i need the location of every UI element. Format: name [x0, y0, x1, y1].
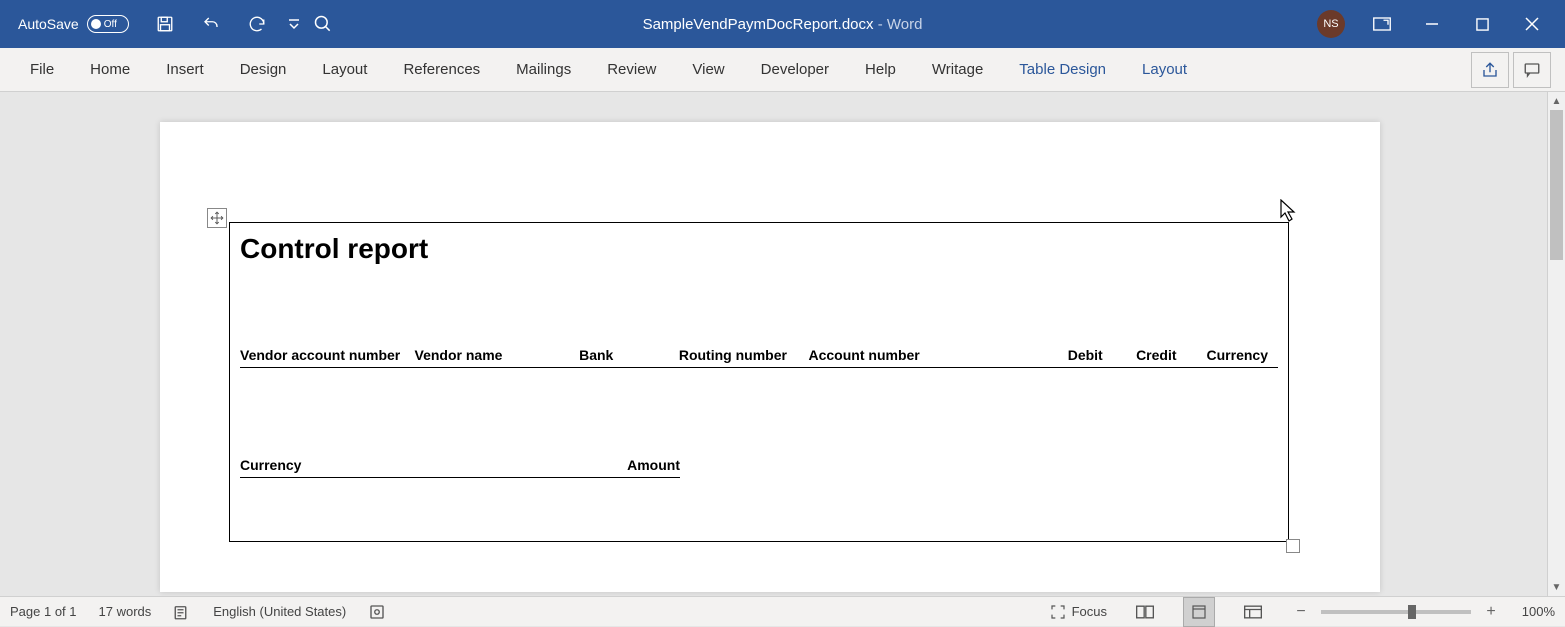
- web-layout-button[interactable]: [1237, 597, 1269, 627]
- col-debit: Debit: [998, 347, 1113, 363]
- document-workspace[interactable]: Control report Vendor account number Ven…: [0, 92, 1565, 596]
- autosave-toggle[interactable]: AutoSave Off: [10, 15, 137, 33]
- app-name: - Word: [874, 16, 923, 33]
- tab-table-layout[interactable]: Layout: [1124, 48, 1205, 91]
- zoom-slider-thumb[interactable]: [1408, 605, 1416, 619]
- scroll-down-button[interactable]: ▼: [1548, 578, 1565, 596]
- autosave-label: AutoSave: [18, 16, 79, 32]
- share-button[interactable]: [1471, 52, 1509, 88]
- col-vendor-account: Vendor account number: [240, 347, 415, 363]
- tab-developer[interactable]: Developer: [743, 48, 847, 91]
- document-table[interactable]: Control report Vendor account number Ven…: [229, 222, 1289, 542]
- toggle-dot-icon: [91, 19, 101, 29]
- toggle-switch[interactable]: Off: [87, 15, 129, 33]
- table-header-row: Vendor account number Vendor name Bank R…: [240, 347, 1278, 368]
- tab-view[interactable]: View: [674, 48, 742, 91]
- comments-button[interactable]: [1513, 52, 1551, 88]
- tab-home[interactable]: Home: [72, 48, 148, 91]
- save-button[interactable]: [147, 6, 183, 42]
- status-bar: Page 1 of 1 17 words English (United Sta…: [0, 596, 1565, 626]
- col-bank: Bank: [579, 347, 679, 363]
- scroll-track[interactable]: [1548, 110, 1565, 578]
- page-indicator[interactable]: Page 1 of 1: [10, 604, 77, 619]
- tab-mailings[interactable]: Mailings: [498, 48, 589, 91]
- table-subheader-row: Currency Amount: [240, 457, 680, 478]
- table-resize-handle[interactable]: [1286, 539, 1300, 553]
- focus-mode-button[interactable]: Focus: [1050, 604, 1107, 620]
- macro-button[interactable]: [368, 603, 386, 621]
- word-count[interactable]: 17 words: [99, 604, 152, 619]
- document-name: SampleVendPaymDocReport.docx: [643, 16, 874, 33]
- tab-help[interactable]: Help: [847, 48, 914, 91]
- title-bar: AutoSave Off SampleVendPaymDocReport.doc…: [0, 0, 1565, 48]
- sub-amount: Amount: [600, 457, 680, 473]
- maximize-button[interactable]: [1459, 0, 1505, 48]
- tab-design[interactable]: Design: [222, 48, 305, 91]
- redo-button[interactable]: [239, 6, 275, 42]
- col-credit: Credit: [1113, 347, 1187, 363]
- col-vendor-name: Vendor name: [415, 347, 580, 363]
- quick-access-toolbar: AutoSave Off: [10, 6, 303, 42]
- minimize-button[interactable]: [1409, 0, 1455, 48]
- col-routing: Routing number: [679, 347, 809, 363]
- zoom-out-button[interactable]: −: [1291, 603, 1311, 621]
- print-layout-button[interactable]: [1183, 597, 1215, 627]
- spell-check-button[interactable]: [173, 603, 191, 621]
- read-mode-button[interactable]: [1129, 597, 1161, 627]
- undo-button[interactable]: [193, 6, 229, 42]
- zoom-slider[interactable]: [1321, 610, 1471, 614]
- title-bar-right: NS: [1317, 0, 1555, 48]
- tab-review[interactable]: Review: [589, 48, 674, 91]
- document-page[interactable]: Control report Vendor account number Ven…: [160, 122, 1380, 592]
- user-avatar[interactable]: NS: [1317, 10, 1345, 38]
- ribbon-display-options-button[interactable]: [1359, 0, 1405, 48]
- qat-customize-button[interactable]: [285, 6, 303, 42]
- tab-file[interactable]: File: [12, 48, 72, 91]
- search-button[interactable]: [303, 4, 343, 44]
- col-account: Account number: [809, 347, 999, 363]
- ribbon-tabs: File Home Insert Design Layout Reference…: [0, 48, 1565, 92]
- zoom-control: − + 100%: [1291, 603, 1555, 621]
- tab-insert[interactable]: Insert: [148, 48, 222, 91]
- language-indicator[interactable]: English (United States): [213, 604, 346, 619]
- window-title: SampleVendPaymDocReport.docx - Word: [643, 16, 923, 33]
- autosave-state: Off: [104, 19, 117, 30]
- table-move-handle[interactable]: [207, 208, 227, 228]
- tab-writage[interactable]: Writage: [914, 48, 1001, 91]
- col-currency: Currency: [1187, 347, 1278, 363]
- tab-layout[interactable]: Layout: [304, 48, 385, 91]
- report-title: Control report: [230, 223, 1288, 271]
- scroll-up-button[interactable]: ▲: [1548, 92, 1565, 110]
- vertical-scrollbar[interactable]: ▲ ▼: [1547, 92, 1565, 596]
- tab-references[interactable]: References: [385, 48, 498, 91]
- close-button[interactable]: [1509, 0, 1555, 48]
- zoom-level[interactable]: 100%: [1511, 604, 1555, 619]
- zoom-in-button[interactable]: +: [1481, 603, 1501, 621]
- sub-currency: Currency: [240, 457, 600, 473]
- scroll-thumb[interactable]: [1550, 110, 1563, 260]
- tab-table-design[interactable]: Table Design: [1001, 48, 1124, 91]
